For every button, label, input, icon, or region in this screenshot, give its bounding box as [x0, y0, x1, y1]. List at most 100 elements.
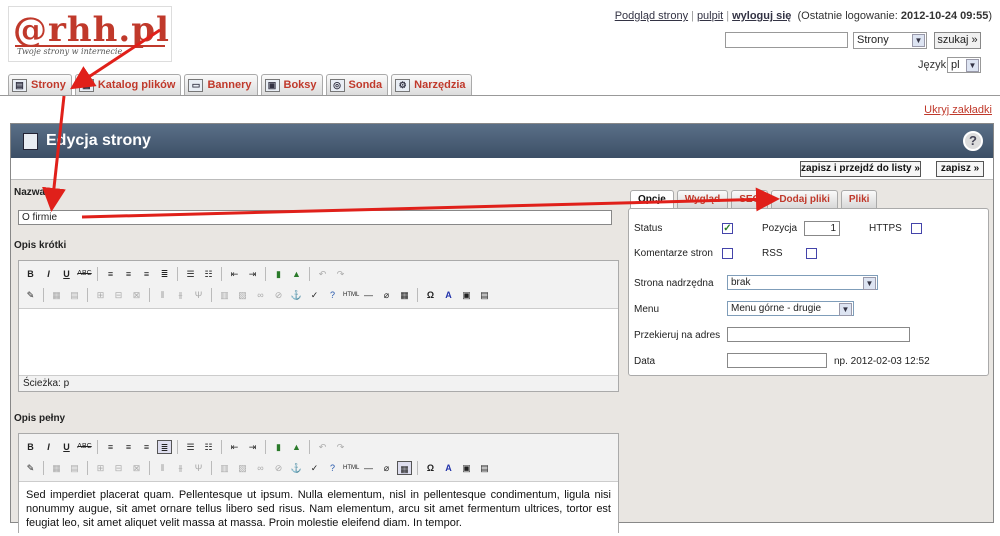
delete-row-icon[interactable]: ⊟ — [111, 288, 126, 302]
tab-seo[interactable]: SEO — [731, 190, 769, 208]
link-icon[interactable]: ∞ — [253, 288, 268, 302]
hide-tabs-link[interactable]: Ukryj zakładki — [924, 104, 992, 116]
save-button[interactable]: zapisz » — [936, 161, 984, 177]
delete-row-icon[interactable]: ⊟ — [111, 461, 126, 475]
table-icon[interactable]: ▦ — [49, 461, 64, 475]
image-icon[interactable]: ▲ — [289, 440, 304, 454]
https-checkbox[interactable] — [911, 223, 922, 234]
tab-pliki[interactable]: Pliki — [840, 190, 878, 208]
search-scope-select[interactable]: Strony ▼ — [853, 32, 927, 49]
preview-link[interactable]: Podgląd strony — [615, 10, 688, 22]
redo-icon[interactable]: ↷ — [333, 267, 348, 281]
comments-checkbox[interactable] — [722, 248, 733, 259]
short-description-body[interactable] — [19, 309, 618, 375]
desktop-link[interactable]: pulpit — [697, 10, 723, 22]
bold-icon[interactable]: B — [23, 267, 38, 281]
align-left-icon[interactable]: ≡ — [103, 267, 118, 281]
remove-format-icon[interactable]: ⌀ — [379, 288, 394, 302]
visual-aid-icon[interactable]: ▦ — [397, 288, 412, 302]
tab-bannery[interactable]: ▭ Bannery — [184, 74, 258, 95]
short-description-editor[interactable]: B I U ABC ≡ ≡ ≡ ≣ ☰ ☷ ⇤ ⇥ ▮ ▲ ↶ ↷ ✎ ▦ ▤ … — [18, 260, 619, 392]
save-and-list-button[interactable]: zapisz i przejdź do listy » — [800, 161, 921, 177]
media-icon[interactable]: ▮ — [271, 440, 286, 454]
split-cell-icon[interactable]: ⊠ — [129, 288, 144, 302]
bullet-list-icon[interactable]: ☰ — [183, 440, 198, 454]
html-icon[interactable]: HTML — [343, 461, 359, 475]
hr-icon[interactable]: — — [361, 461, 376, 475]
numbered-list-icon[interactable]: ☷ — [201, 440, 216, 454]
underline-icon[interactable]: U — [59, 267, 74, 281]
search-button[interactable]: szukaj » — [934, 32, 981, 49]
underline-icon[interactable]: U — [59, 440, 74, 454]
italic-icon[interactable]: I — [41, 267, 56, 281]
edit-icon[interactable]: ✎ — [23, 288, 38, 302]
tab-opcje[interactable]: Opcje — [630, 190, 674, 208]
visual-aid-icon[interactable]: ▦ — [397, 460, 412, 475]
insert-col-icon[interactable]: ⫴ — [155, 288, 170, 302]
full-description-editor[interactable]: B I U ABC ≡ ≡ ≡ ≣ ☰ ☷ ⇤ ⇥ ▮ ▲ ↶ ↷ ✎ ▦ ▤ … — [18, 433, 619, 536]
undo-icon[interactable]: ↶ — [315, 440, 330, 454]
bullet-list-icon[interactable]: ☰ — [183, 267, 198, 281]
paste-text-icon[interactable]: ▣ — [459, 288, 474, 302]
help-editor-icon[interactable]: ? — [325, 461, 340, 475]
position-field[interactable]: 1 — [804, 221, 840, 236]
numbered-list-icon[interactable]: ☷ — [201, 267, 216, 281]
cell-props-icon[interactable]: ▥ — [217, 461, 232, 475]
paste-word-icon[interactable]: ▤ — [477, 288, 492, 302]
tab-wyglad[interactable]: Wygląd — [676, 190, 729, 208]
align-right-icon[interactable]: ≡ — [139, 267, 154, 281]
language-select[interactable]: pl ▼ — [947, 57, 981, 73]
site-logo[interactable]: @rhh.pl Twoje strony w internecie — [8, 6, 172, 62]
merge-cells-icon[interactable]: Ψ — [191, 461, 206, 475]
tab-sonda[interactable]: ◎ Sonda — [325, 74, 389, 95]
indent-icon[interactable]: ⇥ — [245, 267, 260, 281]
date-field[interactable] — [727, 353, 827, 368]
help-icon[interactable]: ? — [963, 131, 983, 151]
hr-icon[interactable]: — — [361, 288, 376, 302]
redo-icon[interactable]: ↷ — [333, 440, 348, 454]
status-checkbox[interactable]: ✓ — [722, 223, 733, 234]
cell-props-icon[interactable]: ▥ — [217, 288, 232, 302]
help-editor-icon[interactable]: ? — [325, 288, 340, 302]
align-justify-icon[interactable]: ≣ — [157, 439, 172, 454]
bold-icon[interactable]: B — [23, 440, 38, 454]
delete-col-icon[interactable]: ⫵ — [173, 461, 188, 475]
text-color-icon[interactable]: A — [441, 461, 456, 475]
tab-strony[interactable]: ▤ Strony — [8, 74, 72, 95]
align-justify-icon[interactable]: ≣ — [157, 267, 172, 281]
strikethrough-icon[interactable]: ABC — [77, 440, 92, 454]
parent-page-select[interactable]: brak ▼ — [727, 275, 878, 290]
table-icon[interactable]: ▦ — [49, 288, 64, 302]
align-right-icon[interactable]: ≡ — [139, 440, 154, 454]
align-center-icon[interactable]: ≡ — [121, 267, 136, 281]
undo-icon[interactable]: ↶ — [315, 267, 330, 281]
tab-narzedzia[interactable]: ⚙ Narzędzia — [391, 74, 472, 95]
remove-format-icon[interactable]: ⌀ — [379, 461, 394, 475]
rss-checkbox[interactable] — [806, 248, 817, 259]
table-row-icon[interactable]: ▤ — [67, 288, 82, 302]
cleanup-icon[interactable]: ✓ — [307, 461, 322, 475]
delete-col-icon[interactable]: ⫵ — [173, 288, 188, 302]
strikethrough-icon[interactable]: ABC — [77, 267, 92, 281]
row-props-icon[interactable]: ▧ — [235, 461, 250, 475]
special-char-icon[interactable]: Ω — [423, 461, 438, 475]
insert-row-icon[interactable]: ⊞ — [93, 288, 108, 302]
media-icon[interactable]: ▮ — [271, 267, 286, 281]
merge-cells-icon[interactable]: Ψ — [191, 288, 206, 302]
redirect-field[interactable] — [727, 327, 910, 342]
image-icon[interactable]: ▲ — [289, 267, 304, 281]
tab-boksy[interactable]: ▣ Boksy — [260, 74, 323, 95]
tab-dodaj-pliki[interactable]: Dodaj pliki — [771, 190, 838, 208]
insert-col-icon[interactable]: ⫴ — [155, 461, 170, 475]
text-color-icon[interactable]: A — [441, 288, 456, 302]
align-left-icon[interactable]: ≡ — [103, 440, 118, 454]
unlink-icon[interactable]: ⊘ — [271, 288, 286, 302]
search-input[interactable] — [725, 32, 848, 48]
italic-icon[interactable]: I — [41, 440, 56, 454]
menu-select[interactable]: Menu górne - drugie ▼ — [727, 301, 854, 316]
split-cell-icon[interactable]: ⊠ — [129, 461, 144, 475]
insert-row-icon[interactable]: ⊞ — [93, 461, 108, 475]
full-description-body[interactable]: Sed imperdiet placerat quam. Pellentesqu… — [19, 482, 618, 536]
outdent-icon[interactable]: ⇤ — [227, 267, 242, 281]
link-icon[interactable]: ∞ — [253, 461, 268, 475]
